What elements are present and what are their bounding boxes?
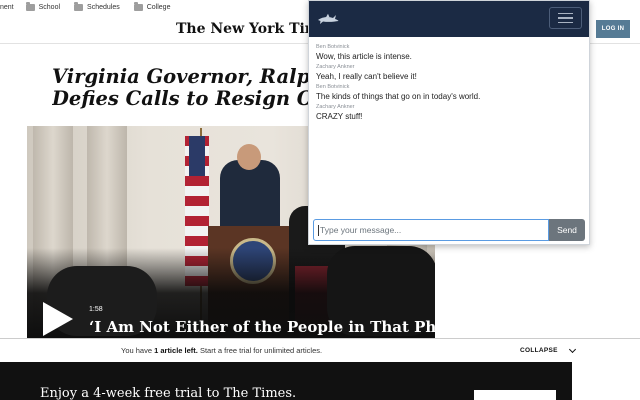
chat-message: Ben Botvinick Wow, this article is inten… [316,43,582,62]
hamburger-line [558,12,573,15]
photo-flag-canton [189,136,205,176]
video-caption[interactable]: ‘I Am Not Either of the People in That P… [89,318,435,336]
folder-icon [133,1,143,11]
message-text: The kinds of things that go on in today'… [316,92,481,101]
chat-message: Zachary Ankner CRAZY stuff! [316,103,582,122]
chevron-down-icon [568,345,576,353]
folder-icon [74,1,84,11]
send-button[interactable]: Send [549,219,585,241]
message-author: Zachary Ankner [316,64,355,70]
chat-panel: Ben Botvinick Wow, this article is inten… [308,0,590,245]
chat-messages: Ben Botvinick Wow, this article is inten… [316,43,582,123]
collapse-label: COLLAPSE [520,347,558,354]
bookmark-college[interactable]: College [133,1,171,11]
article-limit-banner: You have 1 article left. Start a free tr… [0,338,640,362]
photo-speaker-head [237,144,261,170]
banner-text-prefix: You have [121,346,155,355]
login-button[interactable]: LOG IN [596,20,630,38]
bookmark-label: nent [0,3,14,11]
message-text: CRAZY stuff! [316,112,363,121]
folder-icon [25,1,35,11]
article-headline[interactable]: Virginia Governor, Ralph Northam, Defies… [52,66,352,110]
hamburger-line [558,21,573,24]
message-text: Yeah, I really can't believe it! [316,72,417,81]
trial-button[interactable] [474,390,556,400]
message-author: Zachary Ankner [316,104,355,110]
shark-icon [318,13,339,24]
play-icon[interactable] [43,302,73,336]
bookmark-school[interactable]: School [25,1,61,11]
trial-offer-text: Enjoy a 4-week free trial to The Times. [40,386,297,400]
chat-navbar [309,1,589,37]
menu-toggle-button[interactable] [549,7,582,29]
bookmark-label: College [146,3,171,11]
free-trial-panel: Enjoy a 4-week free trial to The Times. [0,362,572,400]
hamburger-line [558,17,573,19]
headline-line-2: Defies Calls to Resign Over Racist [52,87,352,110]
chat-message: Zachary Ankner Yeah, I really can't beli… [316,63,582,82]
banner-text-bold: 1 article left. [154,346,198,355]
chat-message: Ben Botvinick The kinds of things that g… [316,83,582,102]
message-text: Wow, this article is intense. [316,52,412,61]
bookmark-entertainment[interactable]: nent [0,4,14,11]
message-author: Ben Botvinick [316,44,350,50]
message-input[interactable]: Type your message... [313,219,549,241]
photo-speaker [220,160,280,230]
browser-page: nent School Schedules College The New Yo… [0,0,640,400]
bookmark-schedules[interactable]: Schedules [74,1,120,11]
banner-message: You have 1 article left. Start a free tr… [121,346,322,355]
bookmark-label: School [38,3,61,11]
message-author: Ben Botvinick [316,84,350,90]
banner-text-suffix: Start a free trial for unlimited article… [197,346,323,355]
collapse-button[interactable]: COLLAPSE [520,345,576,354]
bookmark-label: Schedules [87,3,120,11]
headline-line-1: Virginia Governor, Ralph Northam, [52,66,352,88]
video-duration: 1:58 [89,306,103,313]
